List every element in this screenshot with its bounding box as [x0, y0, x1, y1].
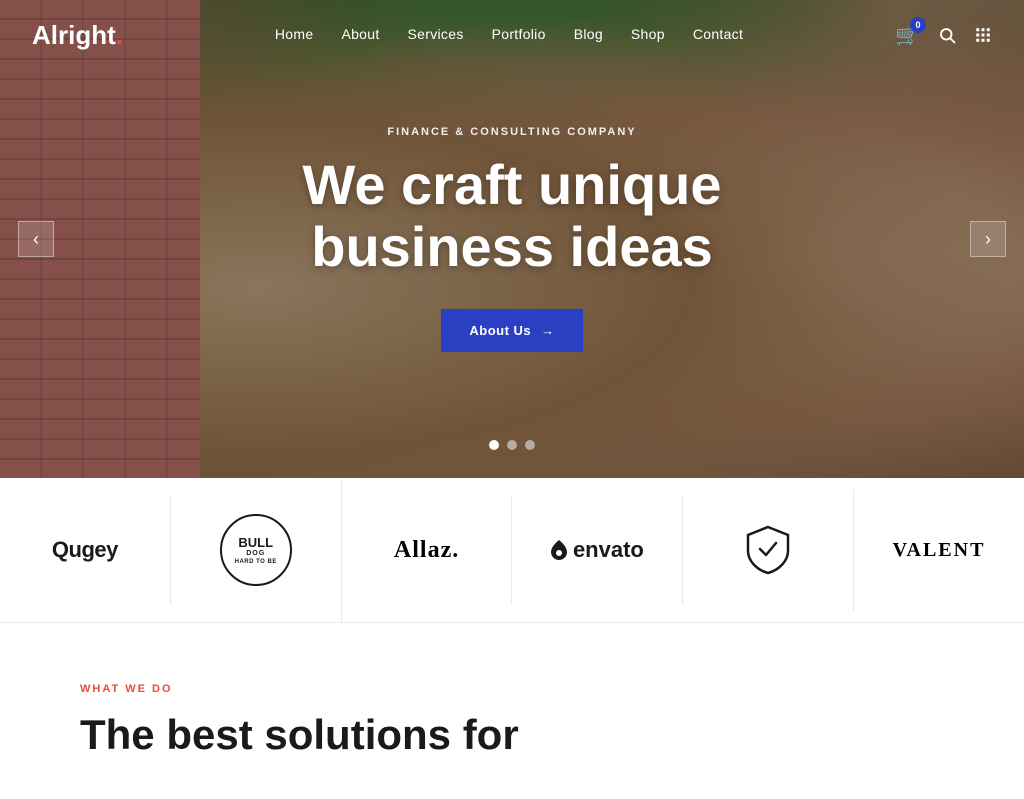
search-button[interactable] [938, 26, 956, 44]
logo-text: Alright [32, 20, 116, 50]
nav-item-contact[interactable]: Contact [693, 26, 743, 42]
nav-item-home[interactable]: Home [275, 26, 314, 42]
arrow-icon: → [541, 323, 555, 338]
slider-next-button[interactable]: › [970, 221, 1006, 257]
slider-dot-3[interactable] [525, 440, 535, 450]
hero-subtitle: Finance & Consulting Company [387, 126, 636, 138]
hero-content: Finance & Consulting Company We craft un… [0, 0, 1024, 478]
logo-dot: . [116, 20, 123, 50]
nav-item-about[interactable]: About [341, 26, 379, 42]
next-icon: › [985, 229, 991, 250]
nav-item-shop[interactable]: Shop [631, 26, 665, 42]
logo-qugey: Qugey [0, 495, 171, 605]
nav-item-blog[interactable]: Blog [574, 26, 603, 42]
logo-allaz: Allaz. [342, 495, 513, 605]
main-nav: Home About Services Portfolio Blog Shop Contac… [275, 26, 743, 44]
shield-logo-icon [744, 525, 792, 575]
about-us-label: About Us [469, 323, 531, 338]
slider-dot-1[interactable] [489, 440, 499, 450]
logo-envato: envato [512, 495, 683, 605]
nav-item-portfolio[interactable]: Portfolio [492, 26, 546, 42]
what-we-do-section: What We Do The best solutions for [0, 623, 1024, 799]
logo[interactable]: Alright. [32, 20, 123, 51]
section-tag: What We Do [80, 683, 944, 695]
logos-bar: Qugey BULL DOG HARD TO BE Allaz. envato … [0, 478, 1024, 623]
hero-title: We craft unique business ideas [302, 154, 721, 277]
logo-bulldog: BULL DOG HARD TO BE [171, 478, 342, 622]
bulldog-circle: BULL DOG HARD TO BE [220, 514, 292, 586]
prev-icon: ‹ [33, 229, 39, 250]
slider-prev-button[interactable]: ‹ [18, 221, 54, 257]
header-icons: 🛒 0 [895, 23, 992, 48]
hero-section: Finance & Consulting Company We craft un… [0, 0, 1024, 478]
slider-dot-2[interactable] [507, 440, 517, 450]
grid-menu-button[interactable] [974, 26, 992, 44]
envato-leaf-icon [551, 540, 567, 560]
qugey-text: Qugey [52, 537, 118, 563]
cart-badge: 0 [910, 17, 926, 33]
header: Alright. Home About Services Portfolio Blog S… [0, 0, 1024, 70]
logo-valent: VALENT [854, 495, 1024, 605]
envato-text: envato [573, 537, 644, 563]
slider-dots [489, 440, 535, 450]
valent-text: VALENT [893, 539, 986, 562]
cart-button[interactable]: 🛒 0 [895, 23, 920, 48]
section-title: The best solutions for [80, 711, 944, 759]
nav-item-services[interactable]: Services [408, 26, 464, 42]
envato-logo: envato [551, 537, 644, 563]
allaz-text: Allaz. [394, 537, 459, 564]
logo-shield [683, 489, 854, 611]
about-us-button[interactable]: About Us → [441, 309, 582, 352]
